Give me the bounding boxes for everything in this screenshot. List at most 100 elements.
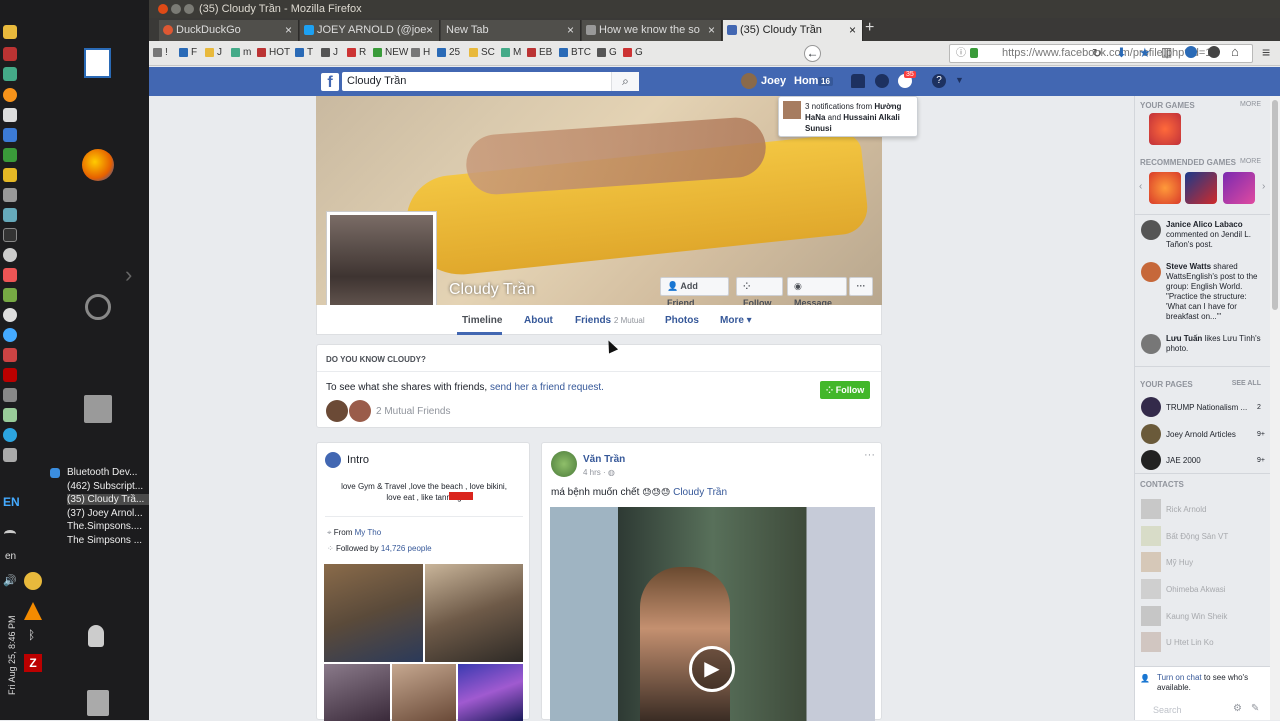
contact-item[interactable]: Kaung Win Sheik (1166, 612, 1227, 621)
page-avatar[interactable] (1141, 424, 1161, 444)
calc-icon[interactable] (3, 128, 17, 142)
scrollbar-thumb[interactable] (1272, 100, 1278, 310)
tab-twitter[interactable]: JOEY ARNOLD (@joe × (300, 20, 440, 41)
message-button[interactable]: ◉ Message (787, 277, 847, 308)
page-scrollbar[interactable] (1270, 96, 1280, 720)
bookmark-item[interactable]: G (635, 47, 643, 58)
close-tab-icon[interactable]: × (567, 20, 574, 40)
account-dropdown-icon[interactable]: ▼ (955, 75, 964, 85)
minimize-window-button[interactable] (171, 4, 181, 14)
add-friend-button[interactable]: 👤 Add Friend (660, 277, 729, 308)
bookmark-item[interactable]: G (609, 47, 617, 58)
follow-button[interactable]: ⁘ Follow (736, 277, 783, 308)
messenger-icon[interactable] (875, 74, 889, 88)
contact-avatar[interactable] (1141, 552, 1161, 572)
library-icon[interactable]: ▥ (1161, 45, 1172, 59)
play-button-icon[interactable]: ▶ (689, 646, 735, 692)
app-icon[interactable] (3, 108, 17, 122)
app-icon[interactable] (3, 448, 17, 462)
post-options-button[interactable]: ··· (864, 449, 875, 461)
followers-link[interactable]: 14,726 people (381, 544, 432, 553)
clock[interactable]: Fri Aug 25, 8:46 PM (7, 595, 17, 695)
bookmark-item[interactable]: F (191, 47, 197, 58)
bookmark-item[interactable]: R (359, 47, 366, 58)
close-tab-icon[interactable]: × (849, 20, 856, 40)
sheet-icon[interactable] (3, 148, 17, 162)
page-name[interactable]: JAE 2000 (1166, 456, 1201, 466)
bookmark-item[interactable]: NEW (385, 47, 408, 58)
bookmark-icon[interactable] (347, 48, 356, 57)
bookmark-icon[interactable] (153, 48, 162, 57)
app-icon[interactable] (3, 308, 17, 322)
friend-request-link[interactable]: send her a friend request. (490, 382, 604, 393)
avatar[interactable] (741, 73, 757, 89)
bookmark-icon[interactable] (179, 48, 188, 57)
app-icon[interactable] (3, 47, 17, 61)
search-icon[interactable]: ⌕ (611, 72, 639, 91)
profile-name[interactable]: Cloudy Trần (449, 281, 535, 299)
ticker-item[interactable]: Lưu Tuấn likes Lưu Tình's photo. (1166, 334, 1266, 354)
recommended-more-link[interactable]: MORE (1240, 158, 1261, 165)
tab-new-tab[interactable]: New Tab × (441, 20, 581, 41)
bookmark-icon[interactable] (623, 48, 632, 57)
tab-friends[interactable]: Friends 2 Mutual (575, 315, 645, 326)
filezilla-tray-icon[interactable]: Z (24, 654, 42, 672)
tab-article[interactable]: How we know the so × (582, 20, 722, 41)
bookmark-icon[interactable] (527, 48, 536, 57)
search-input[interactable]: Cloudy Trần (342, 72, 639, 91)
bookmark-icon[interactable] (257, 48, 266, 57)
contact-avatar[interactable] (1141, 632, 1161, 652)
app-icon[interactable] (3, 388, 17, 402)
tab-photos[interactable]: Photos (665, 315, 699, 326)
bookmark-icon[interactable] (373, 48, 382, 57)
firefox-icon[interactable] (82, 149, 114, 181)
bluetooth-tray-icon[interactable]: ᛒ (28, 628, 35, 642)
page-name[interactable]: TRUMP Nationalism ... (1166, 403, 1247, 413)
bookmark-item[interactable]: SC (481, 47, 495, 58)
notification-popup[interactable]: 3 notifications from Hường HaNa and Huss… (778, 96, 918, 137)
bookmark-icon[interactable] (205, 48, 214, 57)
ubuntu-icon[interactable] (85, 294, 111, 320)
games-more-link[interactable]: MORE (1240, 101, 1261, 108)
bookmark-item[interactable]: BTC (571, 47, 591, 58)
app-icon[interactable] (3, 188, 17, 202)
bookmark-item[interactable]: m (243, 47, 251, 58)
photo-thumbnail[interactable] (324, 664, 390, 721)
facebook-logo-icon[interactable]: f (321, 73, 339, 91)
follow-green-button[interactable]: ⁘ Follow (820, 381, 870, 399)
ticker-item[interactable]: Janice Alico Labaco commented on Jendil … (1166, 220, 1266, 250)
contact-item[interactable]: Mỹ Huy (1166, 558, 1193, 567)
contact-avatar[interactable] (1141, 606, 1161, 626)
close-tab-icon[interactable]: × (708, 20, 715, 40)
telegram-icon[interactable] (3, 428, 17, 442)
mutual-avatar[interactable] (349, 400, 371, 422)
tab-duckduckgo[interactable]: DuckDuckGo × (159, 20, 299, 41)
bookmark-icon[interactable] (469, 48, 478, 57)
bookmark-icon[interactable] (321, 48, 330, 57)
bookmark-icon[interactable] (437, 48, 446, 57)
files-icon[interactable] (84, 395, 112, 423)
back-button[interactable]: ← (804, 45, 821, 62)
app-icon[interactable] (3, 67, 17, 81)
post-video[interactable]: ▶ (550, 507, 875, 721)
game-icon[interactable] (1149, 172, 1181, 204)
bookmark-icon[interactable] (597, 48, 606, 57)
bookmark-icon[interactable] (559, 48, 568, 57)
extension-icon[interactable] (1208, 46, 1220, 58)
close-window-button[interactable] (158, 4, 168, 14)
vlc-icon[interactable] (24, 602, 42, 620)
menu-icon[interactable]: ≡ (1262, 44, 1270, 60)
carousel-right-icon[interactable]: › (1262, 181, 1265, 192)
photo-thumbnail[interactable] (324, 564, 423, 662)
bookmark-icon[interactable] (295, 48, 304, 57)
friend-requests-icon[interactable] (851, 74, 865, 88)
bookmark-item[interactable]: EB (539, 47, 552, 58)
page-name[interactable]: Joey Arnold Articles (1166, 430, 1236, 440)
app-icon[interactable] (3, 248, 17, 262)
bookmark-icon[interactable] (231, 48, 240, 57)
terminal-icon[interactable] (3, 228, 17, 242)
bookmark-item[interactable]: J (217, 47, 222, 58)
maximize-window-button[interactable] (184, 4, 194, 14)
contact-item[interactable]: Bất Động Sản VT (1166, 532, 1228, 541)
photo-thumbnail[interactable] (392, 664, 456, 721)
